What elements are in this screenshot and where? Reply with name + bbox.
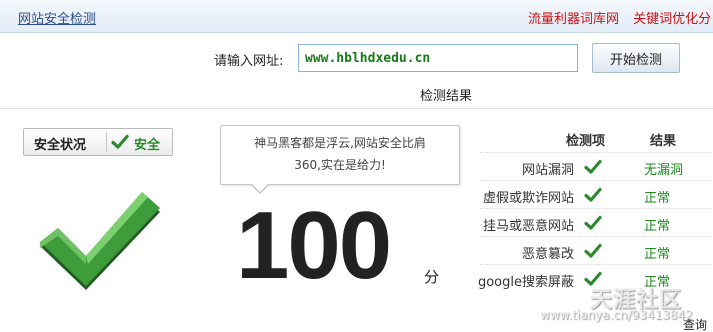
bubble-line-1: 神马黑客都是浮云,网站安全比肩	[254, 136, 426, 150]
check-icon	[584, 187, 602, 202]
url-input-label: 请输入网址:	[214, 54, 284, 69]
bubble-tail-inner	[251, 183, 269, 192]
query-link[interactable]: 查询	[683, 316, 707, 332]
top-link-keywords[interactable]: 关键词优化分	[633, 12, 711, 27]
table-row: 恶意篡改 正常	[480, 236, 713, 264]
table-row: 挂马或恶意网站 正常	[480, 208, 713, 236]
large-check-icon	[40, 192, 160, 290]
row-result: 正常	[644, 191, 671, 206]
table-row: 网站漏洞 无漏洞	[480, 152, 713, 180]
check-icon	[111, 134, 129, 149]
row-result: 正常	[644, 247, 671, 262]
top-links: 流量利器词库网 关键词优化分	[528, 8, 713, 27]
check-icon	[584, 215, 602, 230]
header-result: 结果	[650, 134, 677, 149]
divider	[0, 108, 713, 109]
header-check-item: 检测项	[566, 134, 606, 149]
results-table: 检测项 结果 网站漏洞 无漏洞 虚假或欺诈网站 正常 挂马或恶意网站 正常 恶意…	[477, 124, 713, 292]
start-check-button[interactable]: 开始检测	[592, 43, 680, 73]
row-result: 正常	[644, 219, 671, 234]
url-input[interactable]	[298, 44, 578, 72]
status-label: 安全状况	[34, 138, 87, 153]
watermark-url: www.tianya.cn/93413842	[540, 308, 693, 322]
row-item: google搜索屏蔽	[477, 275, 574, 290]
top-link-traffic[interactable]: 流量利器词库网	[528, 12, 619, 27]
table-row: 虚假或欺诈网站 正常	[480, 180, 713, 208]
message-bubble: 神马黑客都是浮云,网站安全比肩 360,实在是给力!	[220, 125, 460, 185]
check-icon	[584, 243, 602, 258]
score-unit: 分	[424, 268, 440, 286]
check-icon	[584, 159, 602, 174]
status-value: 安全	[134, 138, 161, 153]
row-result: 无漏洞	[644, 163, 684, 178]
results-table-header: 检测项 结果	[480, 124, 713, 152]
row-item: 挂马或恶意网站	[482, 219, 574, 234]
badge-divider	[106, 132, 107, 152]
row-item: 恶意篡改	[521, 247, 574, 262]
row-item: 网站漏洞	[521, 163, 574, 178]
security-score: 100	[236, 192, 392, 299]
header-bar: 网站安全检测 流量利器词库网 关键词优化分	[0, 0, 713, 33]
bubble-line-2: 360,实在是给力!	[294, 158, 386, 172]
security-check-page: 网站安全检测 流量利器词库网 关键词优化分 请输入网址: 开始检测 检测结果 安…	[0, 0, 713, 332]
site-title-link[interactable]: 网站安全检测	[18, 8, 96, 27]
row-item: 虚假或欺诈网站	[482, 191, 574, 206]
results-title: 检测结果	[420, 89, 473, 104]
status-badge: 安全状况 安全	[23, 128, 173, 156]
